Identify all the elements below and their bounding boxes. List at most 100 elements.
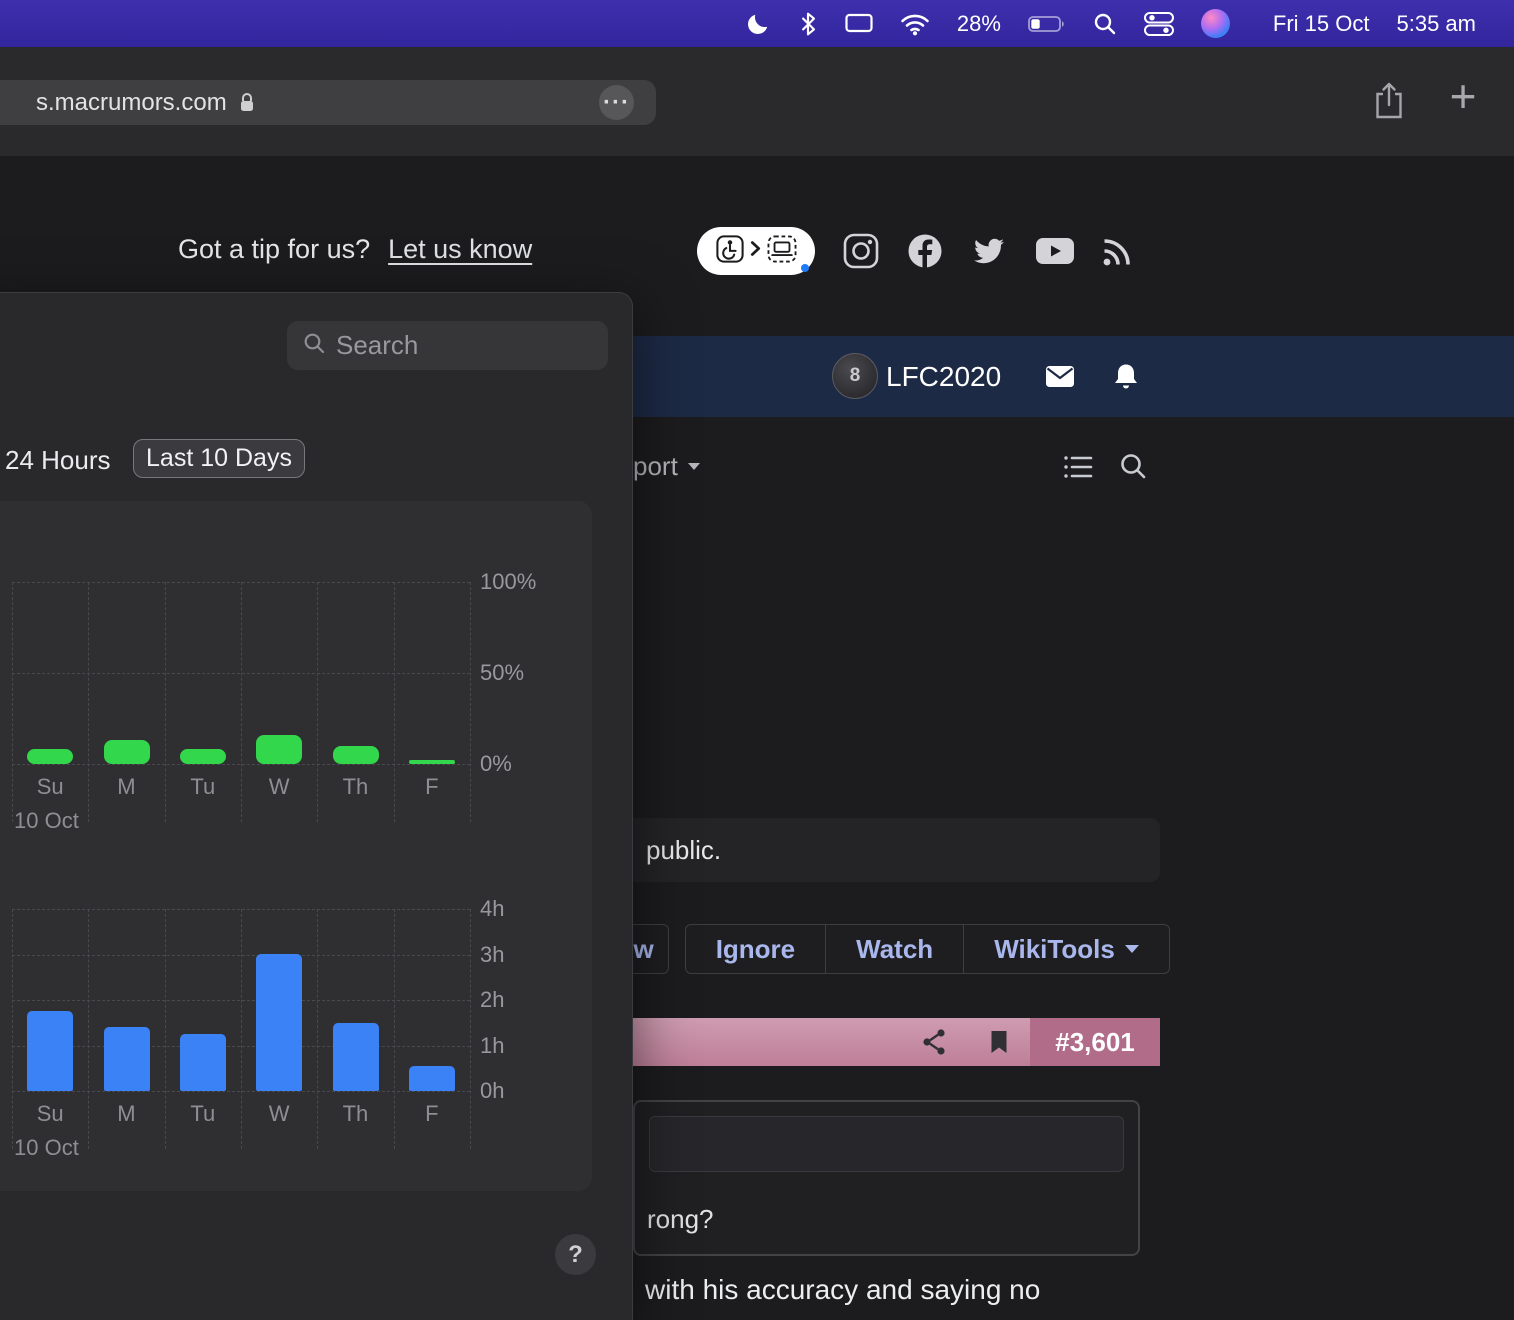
x-tick-label: F [425,1101,439,1126]
share-icon[interactable] [1374,80,1404,125]
display-mirroring-icon[interactable] [845,13,873,35]
chevron-right-icon [750,240,761,262]
do-not-disturb-moon-icon[interactable] [745,11,771,37]
x-tick-label: Su [36,774,64,799]
x-tick-label: Tu [190,1101,216,1126]
grid-vline [470,909,471,1149]
tip-text: Got a tip for us? [178,234,371,264]
facebook-icon[interactable] [907,233,943,269]
chevron-down-icon [687,463,700,470]
quote-block: rong? [633,1100,1140,1256]
y-tick-label: 2h [480,987,505,1012]
post-number-badge[interactable]: #3,601 [1030,1018,1160,1066]
page-options-button[interactable]: ··· [599,85,634,120]
y-tick-label: 100% [480,569,537,594]
alerts-bell-icon[interactable] [1112,362,1140,397]
new-tab-button[interactable]: + [1441,70,1485,122]
bar-F [408,760,455,764]
thread-action-buttons: ew Ignore Watch WikiTools [604,924,1170,974]
notification-dot [801,264,809,272]
quote-attribution-box [649,1116,1124,1172]
nav-dropdown-label: port [633,451,678,481]
y-tick-label: 50% [480,660,525,685]
x-axis-annotation: 10 Oct [14,808,79,833]
menu-bar: 28% Fri 15 Oct 5:35 am [0,0,1514,47]
siri-icon[interactable] [1200,9,1230,38]
wifi-icon[interactable] [900,12,930,36]
x-tick-label: M [117,774,136,799]
instagram-icon[interactable] [843,233,879,269]
grid-hline [12,1000,470,1001]
chevron-down-icon [1124,945,1139,953]
rss-icon[interactable] [1102,237,1132,267]
grid-vline [470,582,471,822]
search-icon [303,332,325,359]
url-text: s.macrumors.com [36,88,227,116]
x-tick-label: Th [342,1101,369,1126]
x-tick-label: W [268,774,290,799]
grid-hline [12,582,470,583]
browser-toolbar: s.macrumors.com ··· + [0,47,1514,156]
bar-M [103,740,150,764]
y-tick-label: 0h [480,1078,505,1103]
bookmark-icon[interactable] [989,1029,1009,1060]
notice-text: public. [646,834,722,865]
menubar-time[interactable]: 5:35 am [1397,11,1477,37]
twitter-icon[interactable] [971,236,1007,266]
messages-icon[interactable] [1045,365,1075,393]
bar-Th [332,746,379,764]
bar-Su [27,1011,74,1091]
lock-icon [239,92,255,113]
help-button[interactable]: ? [555,1234,596,1275]
search-input[interactable]: Search [287,321,608,370]
forum-search-icon[interactable] [1119,452,1147,485]
let-us-know-link[interactable]: Let us know [388,234,532,265]
grid-hline [12,1045,470,1047]
hours-usage-chart: 4h 3h 2h 1h 0h Su M Tu W Th F 10 Oct [12,898,504,1160]
grid-hline [12,954,470,956]
control-center-icon[interactable] [1143,11,1174,37]
watch-button[interactable]: Watch [826,924,965,974]
spotlight-search-icon[interactable] [1093,12,1117,36]
thread-list-icon[interactable] [1063,454,1093,485]
laptop-icon [767,234,797,268]
bluetooth-icon[interactable] [798,11,818,37]
x-tick-label: Su [36,1101,64,1126]
x-tick-label: M [117,1101,136,1126]
percent-usage-chart: 100% 50% 0% Su M Tu W Th F 10 Oct [12,571,536,833]
accessibility-widget-button[interactable] [697,227,815,275]
menubar-date[interactable]: Fri 15 Oct [1273,11,1370,37]
forum-user-header: 8 LFC2020 [620,336,1514,417]
bar-Th [332,1023,379,1091]
username[interactable]: LFC2020 [886,336,1001,417]
y-tick-label: 0% [480,751,512,776]
wikitools-button[interactable]: WikiTools [964,924,1170,974]
x-tick-label: Tu [190,774,216,799]
nav-dropdown-partial[interactable]: port [633,451,700,482]
youtube-icon[interactable] [1035,236,1075,266]
wheelchair-icon [715,234,744,268]
user-avatar[interactable]: 8 [832,353,878,399]
address-bar[interactable]: s.macrumors.com ··· [0,80,656,125]
tab-last-10-days[interactable]: Last 10 Days [133,439,305,478]
bar-W [256,954,303,1091]
post-share-icon[interactable] [921,1028,947,1061]
battery-icon[interactable] [1028,15,1066,33]
wikitools-label: WikiTools [994,933,1115,964]
grid-hline [12,909,470,910]
tip-row: Got a tip for us? Let us know [178,234,532,265]
quote-text: rong? [647,1204,714,1234]
x-tick-label: Th [342,774,369,799]
highlighted-post-header: #3,601 [633,1018,1160,1066]
bar-M [103,1027,150,1091]
grid-hline [12,673,470,674]
y-tick-label: 3h [480,941,505,967]
usage-popup-panel: Search 24 Hours Last 10 Days 100% 50% 0% Su… [0,292,633,1320]
ignore-button[interactable]: Ignore [684,924,827,974]
x-tick-label: W [268,1101,290,1126]
bar-W [256,735,303,764]
tab-24-hours[interactable]: 24 Hours [5,445,111,476]
x-axis-annotation: 10 Oct [14,1135,79,1160]
bar-Tu [179,749,226,764]
bar-Tu [179,1034,226,1091]
